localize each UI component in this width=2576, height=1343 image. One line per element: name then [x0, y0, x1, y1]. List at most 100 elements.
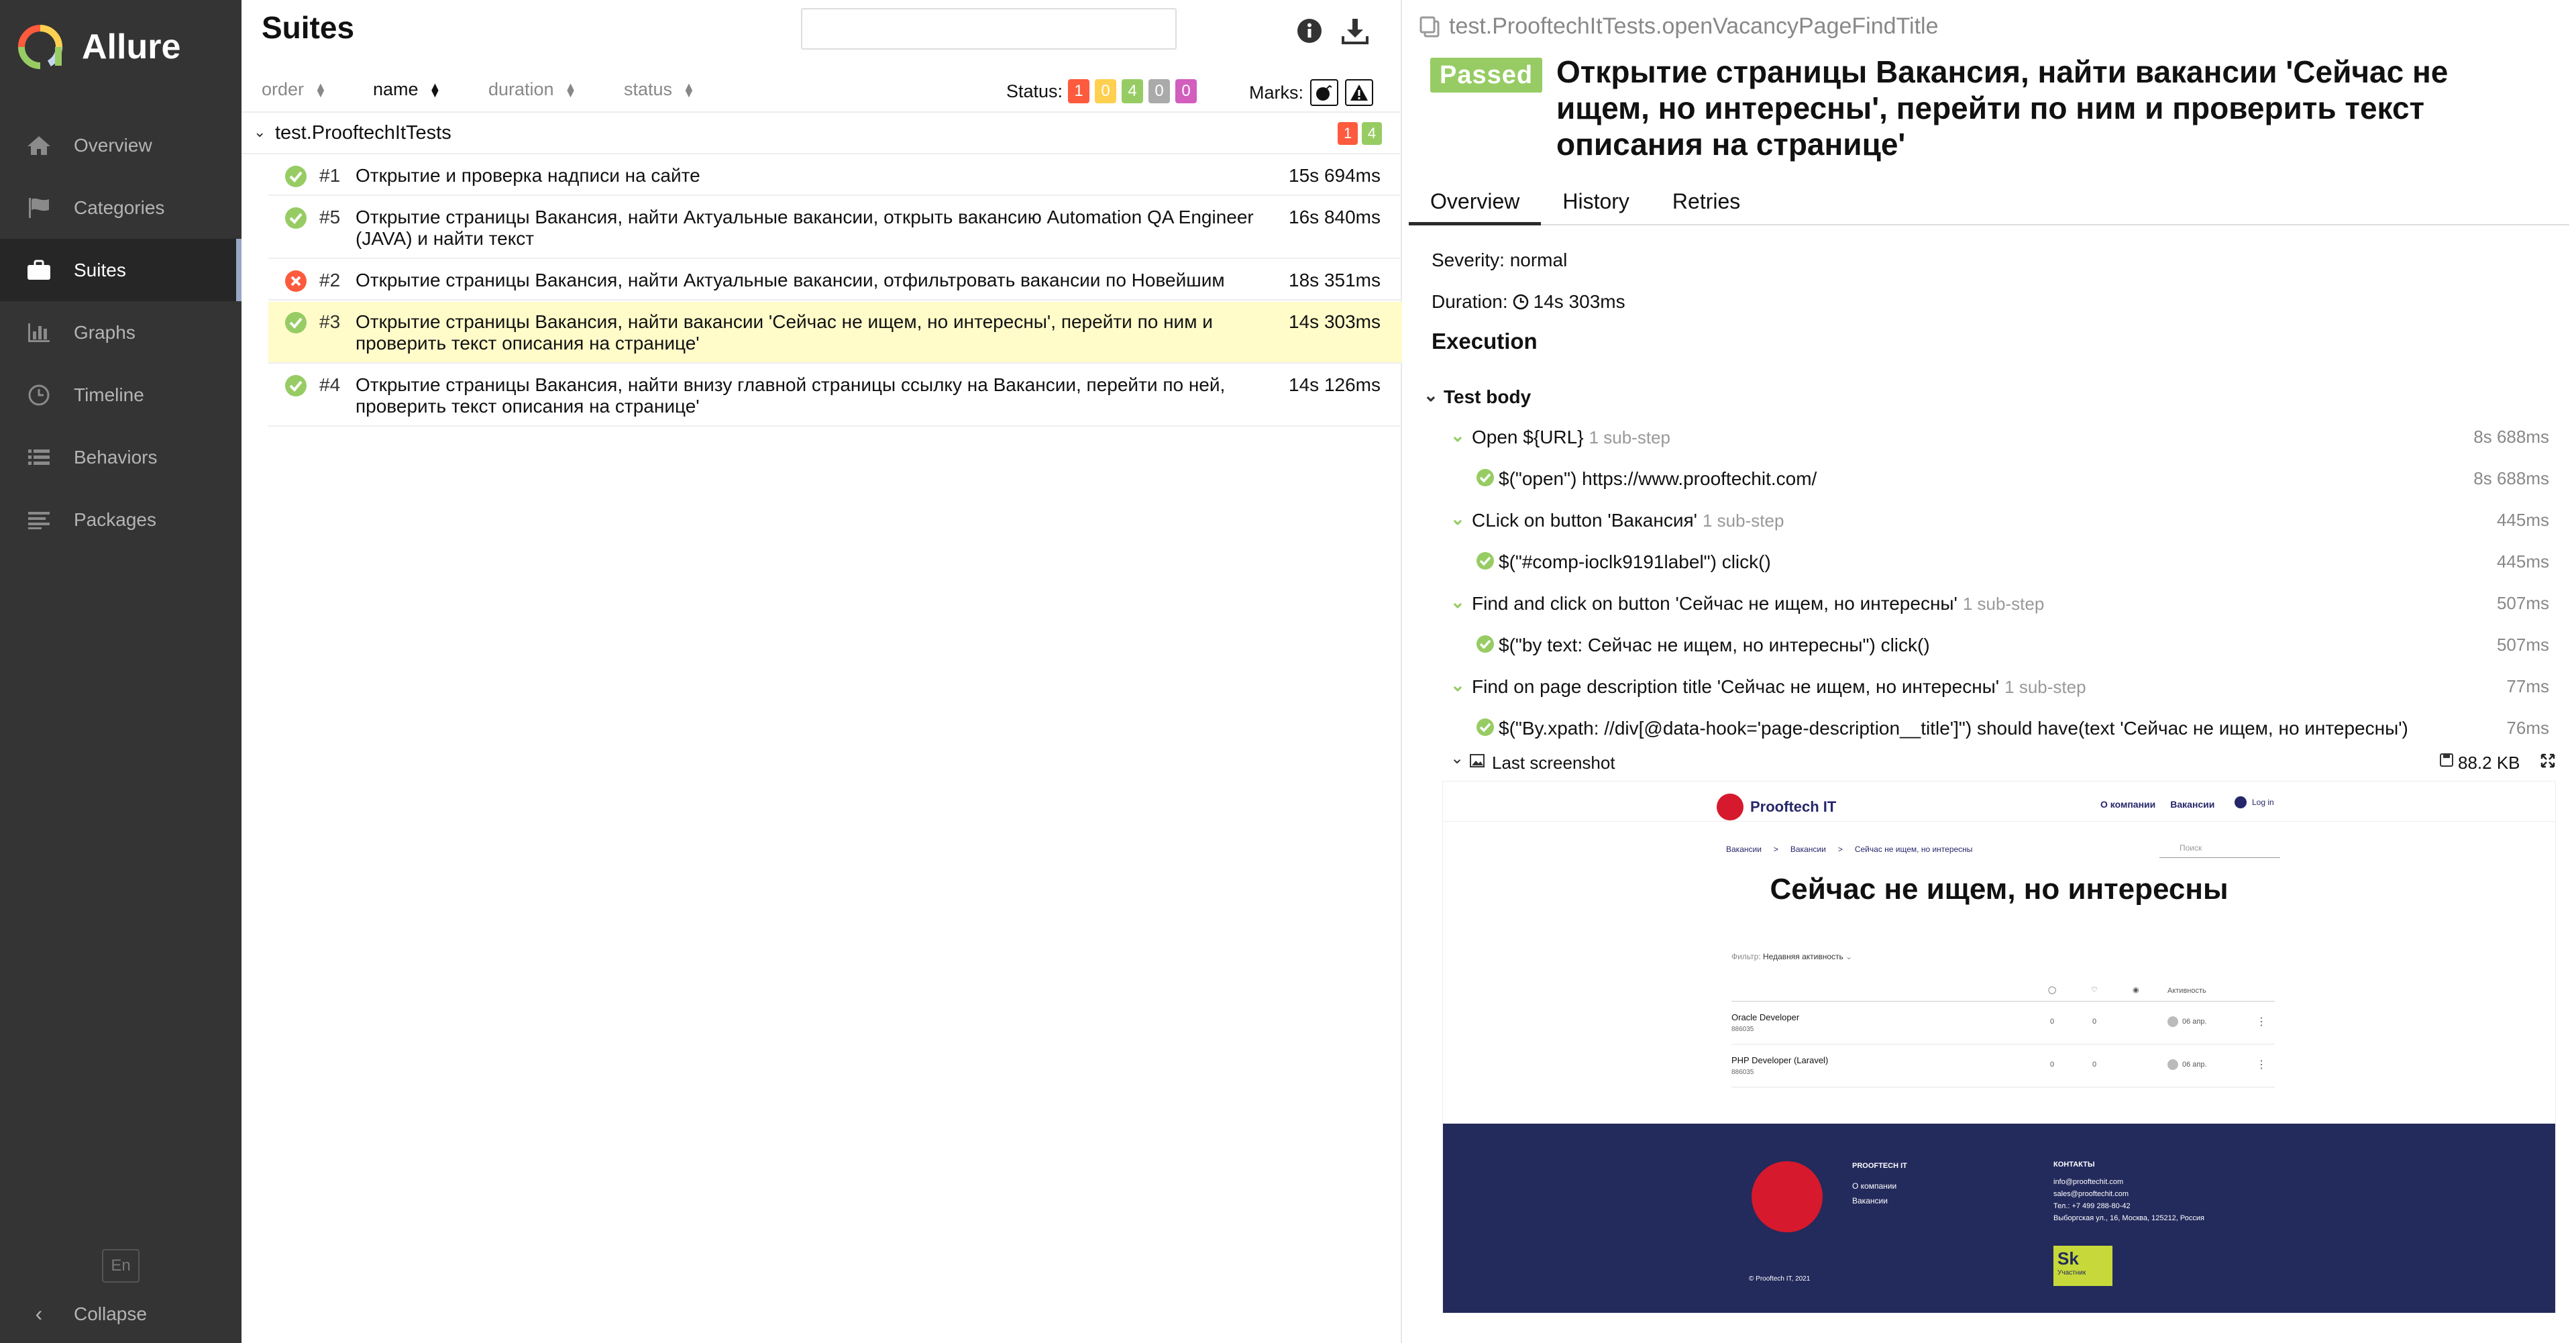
step-text: $("by text: Сейчас не ищем, но интересны… — [1499, 635, 1930, 655]
passed-status-icon — [1477, 718, 1494, 736]
ss-table-row: PHP Developer (Laravel) 886035 0 0 06 ап… — [1731, 1044, 2275, 1087]
ss-footer-contact: Тел.: +7 499 288-80-42 — [2053, 1202, 2131, 1210]
step-substep-count: 1 sub-step — [1962, 594, 2045, 614]
new-failed-mark-button[interactable] — [1345, 79, 1373, 106]
step-duration: 77ms — [2506, 676, 2549, 696]
sort-duration[interactable]: duration ▲ ▼ — [488, 79, 576, 100]
status-badge-skipped[interactable]: 0 — [1148, 79, 1171, 103]
language-button[interactable]: En — [102, 1249, 140, 1283]
step-row[interactable]: $("by text: Сейчас не ищем, но интересны… — [1409, 624, 2569, 665]
suite-group[interactable]: ⌄ test.ProoftechItTests 1 4 — [241, 113, 1402, 154]
ss-activity-header: Активность — [2167, 987, 2206, 995]
step-label: CLick on button 'Вакансия' 1 sub-step — [1472, 510, 1784, 531]
sidebar-item-label: Categories — [74, 197, 165, 218]
test-body-step[interactable]: ⌄ Test body — [1409, 376, 2569, 417]
sidebar-item-label: Graphs — [74, 321, 136, 343]
expand-icon[interactable] — [2540, 753, 2556, 769]
ss-footer-link: О компании — [1852, 1181, 1897, 1191]
status-filter-label: Status: — [1006, 80, 1063, 101]
flaky-mark-button[interactable] — [1310, 79, 1338, 106]
sidebar-item-suites[interactable]: Suites — [0, 239, 241, 301]
step-duration: 445ms — [2496, 510, 2549, 530]
test-row-selected[interactable]: #3 Открытие страницы Вакансия, найти вак… — [268, 302, 1402, 364]
ss-table-header: ◯ ♡ ◉ Активность — [1731, 980, 2275, 1002]
duration-value: 14s 303ms — [1533, 291, 1625, 312]
sidebar-item-label: Timeline — [74, 384, 144, 405]
ss-footer-col1: PROOFTECH IT О компании Вакансии — [1852, 1159, 1907, 1208]
collapse-button[interactable]: ‹ Collapse — [24, 1301, 147, 1326]
tab-retries[interactable]: Retries — [1651, 180, 1762, 225]
step-duration: 8s 688ms — [2473, 427, 2549, 447]
status-badge: Passed — [1430, 58, 1543, 93]
sidebar-item-categories[interactable]: Categories — [0, 176, 241, 239]
suite-group-name: test.ProoftechItTests — [275, 122, 451, 144]
sidebar-item-overview[interactable]: Overview — [0, 114, 241, 176]
test-number: #1 — [319, 165, 341, 186]
warning-icon — [1350, 85, 1368, 101]
attachment-row[interactable]: ⌄ Last screenshot 88.2 KB — [1409, 746, 2569, 777]
info-icon[interactable] — [1295, 16, 1324, 46]
ss-table: ◯ ♡ ◉ Активность Oracle Developer 886035… — [1731, 980, 2275, 1087]
group-passed-count: 4 — [1362, 122, 1382, 145]
brand-name: Allure — [82, 28, 181, 66]
test-title: Открытие страницы Вакансия, найти внизу … — [356, 374, 1226, 417]
sidebar-nav: Overview Categories Suites Graphs Timeli… — [0, 114, 241, 551]
test-body-label: Test body — [1444, 386, 1532, 407]
step-text: Find and click on button 'Сейчас не ищем… — [1472, 593, 1957, 614]
ss-search: Поиск — [2159, 841, 2280, 858]
flag-icon — [24, 196, 54, 220]
sort-status[interactable]: status ▲ ▼ — [624, 79, 695, 100]
sidebar-item-graphs[interactable]: Graphs — [0, 301, 241, 364]
detail-tabs: Overview History Retries — [1409, 180, 2569, 225]
test-title: Открытие и проверка надписи на сайте — [356, 165, 700, 186]
step-text: $("By.xpath: //div[@data-hook='page-desc… — [1499, 718, 2408, 739]
test-title: Открытие страницы Вакансия, найти ваканс… — [1556, 54, 2449, 162]
brand[interactable]: Allure — [16, 20, 180, 74]
status-badge-unknown[interactable]: 0 — [1175, 79, 1197, 103]
tab-overview[interactable]: Overview — [1409, 180, 1542, 225]
ss-footer: PROOFTECH IT О компании Вакансии КОНТАКТ… — [1443, 1124, 2555, 1313]
sort-order-label: order — [262, 79, 305, 99]
status-badge-passed[interactable]: 4 — [1122, 79, 1144, 103]
sidebar-item-timeline[interactable]: Timeline — [0, 364, 241, 426]
chevron-down-icon: ⌄ — [1450, 508, 1465, 529]
step-row[interactable]: ⌄ Find on page description title 'Сейчас… — [1409, 665, 2569, 707]
step-row[interactable]: $("#comp-ioclk9191label") click() 445ms — [1409, 541, 2569, 582]
sort-order[interactable]: order ▲ ▼ — [262, 79, 327, 100]
duration-label: Duration: — [1432, 291, 1508, 312]
sidebar-item-packages[interactable]: Packages — [0, 488, 241, 551]
attachment-screenshot[interactable]: Prooftech IT О компании Вакансии Log in … — [1442, 781, 2556, 1313]
step-text: $("#comp-ioclk9191label") click() — [1499, 551, 1771, 572]
step-row[interactable]: $("open") https://www.prooftechit.com/ 8… — [1409, 458, 2569, 499]
download-icon[interactable] — [1340, 16, 1370, 46]
sort-name[interactable]: name ▲ ▼ — [373, 79, 441, 100]
step-row[interactable]: ⌄ Open ${URL} 1 sub-step 8s 688ms — [1409, 416, 2569, 458]
list-icon — [24, 445, 54, 470]
sidebar-item-behaviors[interactable]: Behaviors — [0, 426, 241, 488]
test-row[interactable]: #5 Открытие страницы Вакансия, найти Акт… — [268, 197, 1402, 259]
test-row[interactable]: #1 Открытие и проверка надписи на сайте … — [268, 156, 1402, 196]
test-row[interactable]: #2 Открытие страницы Вакансия, найти Акт… — [268, 260, 1402, 301]
step-row[interactable]: $("By.xpath: //div[@data-hook='page-desc… — [1409, 707, 2569, 749]
ss-row-name: PHP Developer (Laravel) — [1731, 1055, 1829, 1065]
step-duration: 507ms — [2496, 593, 2549, 613]
status-badge-broken[interactable]: 0 — [1095, 79, 1117, 103]
test-number: #5 — [319, 207, 341, 227]
search-input[interactable] — [801, 8, 1177, 50]
ss-footer-contact: info@prooftechit.com — [2053, 1178, 2124, 1186]
passed-status-icon — [285, 312, 307, 333]
chevron-down-icon: ⌄ — [1450, 675, 1465, 695]
collapse-label: Collapse — [74, 1303, 147, 1324]
execution-heading: Execution — [1432, 329, 1538, 354]
test-row[interactable]: #4 Открытие страницы Вакансия, найти вни… — [268, 365, 1402, 427]
save-icon — [2440, 753, 2453, 767]
status-badge-failed[interactable]: 1 — [1068, 79, 1090, 103]
ss-logo-text: Prooftech IT — [1750, 798, 1837, 815]
step-row[interactable]: ⌄ CLick on button 'Вакансия' 1 sub-step 4… — [1409, 499, 2569, 541]
chevron-down-icon: ⌄ — [254, 123, 266, 140]
tab-history[interactable]: History — [1541, 180, 1651, 225]
step-label: Find on page description title 'Сейчас н… — [1472, 676, 2086, 698]
copy-icon[interactable] — [1418, 15, 1442, 39]
step-row[interactable]: ⌄ Find and click on button 'Сейчас не ищ… — [1409, 582, 2569, 624]
passed-status-icon — [1477, 469, 1494, 486]
